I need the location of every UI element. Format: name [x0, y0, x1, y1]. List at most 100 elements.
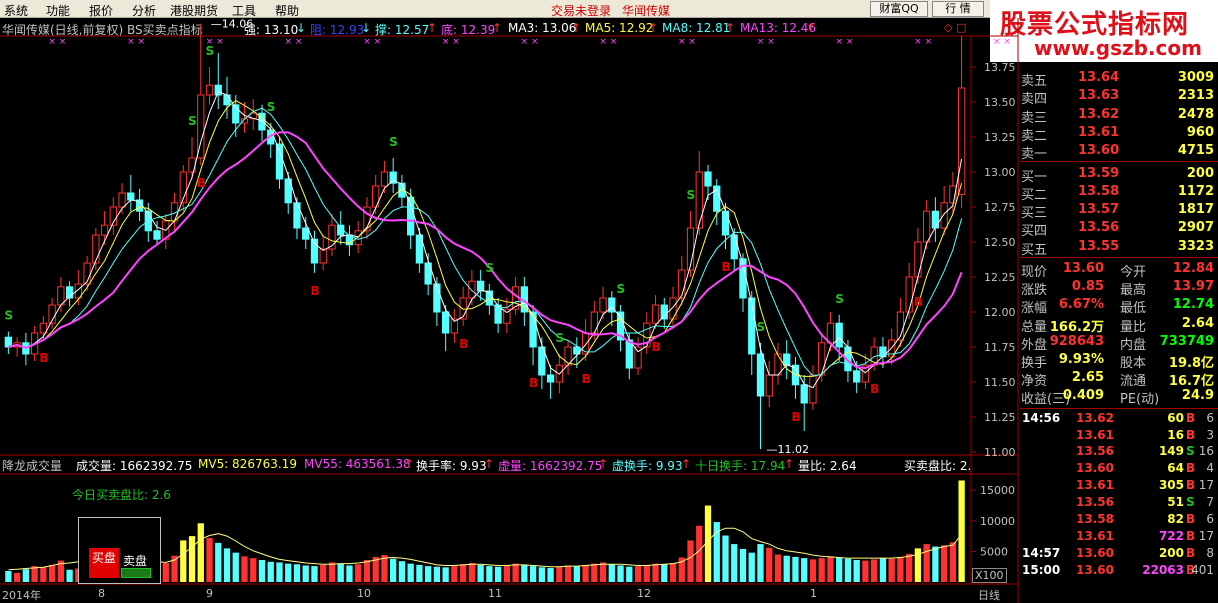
- tick-volume: 64: [1167, 461, 1184, 476]
- candle-body: [660, 304, 668, 320]
- orderbook-price: 13.63: [1078, 88, 1120, 104]
- date-axis: 2014年 8 9 10 11 12 1 日线: [0, 584, 1018, 603]
- orderbook-buy-row[interactable]: 买一 13.59 200: [1020, 166, 1218, 185]
- candle-body: [625, 339, 633, 369]
- orderbook-sell-row[interactable]: 卖五 13.64 3009: [1020, 70, 1218, 89]
- orderbook-sell-row[interactable]: 卖二 13.61 960: [1020, 125, 1218, 144]
- volume-bar: [425, 566, 432, 582]
- top-marker-glyph: × ×: [521, 37, 539, 47]
- sell-signal-marker: S: [485, 261, 494, 275]
- date-tick: 8: [98, 587, 105, 600]
- tick-row: 14:56 13.62 60 B 6: [1020, 411, 1218, 427]
- buy-signal-marker: B: [197, 176, 206, 190]
- volume-bar: [809, 559, 817, 582]
- candle-body: [293, 202, 301, 229]
- orderbook-buy-row[interactable]: 买五 13.55 3323: [1020, 239, 1218, 258]
- top-marker-glyph: × ×: [835, 37, 853, 47]
- volume-bar: [687, 540, 694, 582]
- ticks-divider: [1020, 407, 1218, 409]
- orderbook-buy-row[interactable]: 买四 13.56 2907: [1020, 220, 1218, 239]
- tick-price: 13.62: [1076, 410, 1114, 425]
- orderbook-price: 13.64: [1078, 70, 1120, 85]
- top-marker-glyph: × ×: [678, 37, 696, 47]
- sell-signal-marker: S: [555, 331, 564, 345]
- tick-row: 14:57 13.60 200 B 8: [1020, 546, 1218, 562]
- volume-bar: [906, 553, 913, 582]
- volume-bar: [13, 572, 21, 582]
- top-marker-glyph: × ×: [127, 37, 145, 47]
- volume-bar: [390, 558, 397, 582]
- tick-side: B: [1186, 512, 1196, 526]
- date-tick: 9: [206, 587, 213, 600]
- tick-count: 17: [1198, 478, 1214, 493]
- candle-body: [678, 269, 686, 299]
- orderbook-price: 13.56: [1078, 220, 1120, 236]
- tick-count: 401: [1191, 562, 1214, 577]
- orderbook-sell-row[interactable]: 卖一 13.60 4715: [1020, 143, 1218, 162]
- date-tick: 11: [488, 587, 502, 600]
- ma5-line: [8, 100, 963, 377]
- tick-volume: 60: [1167, 410, 1184, 425]
- volume-bar: [241, 556, 248, 582]
- orderbook-sell-row[interactable]: 卖三 13.62 2478: [1020, 107, 1218, 126]
- candle-body: [407, 196, 415, 236]
- candle-body: [730, 234, 738, 260]
- tick-price: 13.61: [1076, 427, 1114, 442]
- stat-row: 现价 13.60 今开 12.84: [1020, 261, 1218, 280]
- date-tick: 1: [810, 587, 817, 600]
- volume-bar: [320, 564, 327, 582]
- tick-price: 13.60: [1076, 562, 1114, 577]
- buy-signal-marker: B: [652, 340, 661, 354]
- candle-body: [476, 280, 485, 292]
- stat-label: 量比: [1120, 319, 1147, 335]
- orderbook-sell-row[interactable]: 卖四 13.63 2313: [1020, 88, 1218, 107]
- candle-body: [546, 374, 555, 383]
- candle-body: [721, 210, 730, 236]
- volume-bar: [940, 545, 948, 582]
- volume-bar: [792, 556, 799, 582]
- price-axis-label: 11.75: [984, 341, 1016, 354]
- tick-volume: 305: [1158, 478, 1184, 493]
- price-axis-label: 12.75: [984, 201, 1016, 214]
- tick-price: 13.56: [1076, 495, 1114, 510]
- candle-body: [197, 94, 205, 159]
- orderbook-buy-row[interactable]: 买二 13.58 1172: [1020, 184, 1218, 203]
- stat-label: 流通: [1120, 374, 1147, 390]
- period-label[interactable]: 日线: [978, 587, 1000, 603]
- candle-body: [669, 297, 677, 320]
- volume-bar: [547, 567, 554, 582]
- buy-signal-marker: B: [582, 372, 591, 386]
- tick-volume: 149: [1158, 444, 1184, 459]
- tick-count: 8: [1206, 545, 1214, 560]
- stats-divider: [1020, 257, 1218, 258]
- volume-bar: [451, 566, 458, 582]
- date-tick: 12: [637, 587, 651, 600]
- buy-signal-marker: B: [459, 337, 468, 351]
- volume-bar: [643, 564, 650, 582]
- tick-side: B: [1186, 478, 1196, 493]
- volume-bar: [459, 564, 467, 582]
- price-axis-label: 12.25: [984, 271, 1016, 284]
- orderbook-buy-row[interactable]: 买三 13.57 1817: [1020, 202, 1218, 222]
- volume-bar: [250, 558, 257, 582]
- price-axis-label: 13.50: [984, 96, 1016, 109]
- candle-body: [214, 84, 222, 96]
- volume-bar: [923, 544, 930, 582]
- buy-signal-marker: B: [791, 410, 800, 424]
- tick-count: 6: [1206, 512, 1214, 526]
- volume-bar: [521, 564, 528, 582]
- volume-bar: [442, 567, 449, 582]
- volume-bar: [556, 566, 563, 582]
- candle-body: [905, 276, 913, 313]
- volume-bar: [949, 542, 957, 582]
- orderbook-label: 买三: [1021, 206, 1048, 222]
- candle-body: [590, 311, 598, 334]
- stat-row: 总量 166.2万 量比 2.64: [1020, 316, 1218, 335]
- tick-count: 16: [1198, 444, 1214, 459]
- volume-bar: [626, 566, 633, 582]
- stat-value: 12.84: [1172, 261, 1214, 276]
- volume-bar: [197, 523, 204, 582]
- volume-bar: [879, 558, 887, 582]
- candle-body: [765, 374, 773, 397]
- volume-bar: [477, 564, 484, 582]
